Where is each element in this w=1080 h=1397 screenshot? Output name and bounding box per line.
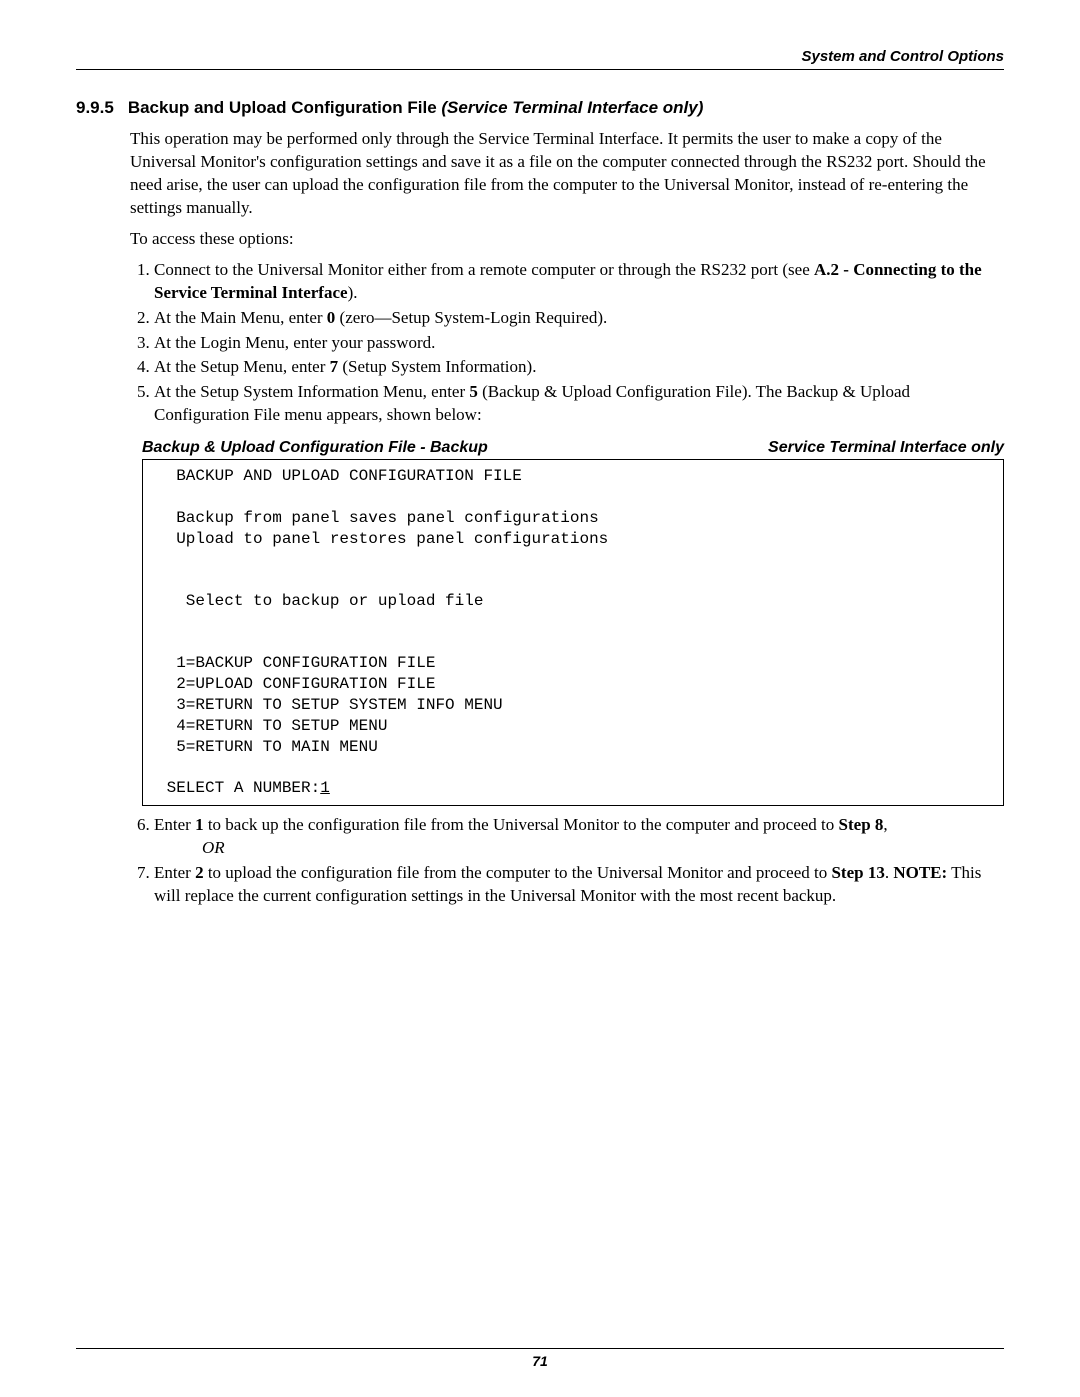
body-block: This operation may be performed only thr… bbox=[130, 128, 1004, 908]
step-1: Connect to the Universal Monitor either … bbox=[154, 259, 1004, 305]
terminal-caption: Backup & Upload Configuration File - Bac… bbox=[142, 439, 1004, 457]
intro-paragraph: This operation may be performed only thr… bbox=[130, 128, 1004, 220]
steps-list-part1: Connect to the Universal Monitor either … bbox=[130, 259, 1004, 428]
footer-rule bbox=[76, 1348, 1004, 1349]
step-4: At the Setup Menu, enter 7 (Setup System… bbox=[154, 356, 1004, 379]
section-title-qualifier: (Service Terminal Interface only) bbox=[441, 98, 703, 117]
terminal-selected-number: 1 bbox=[320, 779, 330, 797]
or-separator: OR bbox=[202, 837, 1004, 860]
access-lead: To access these options: bbox=[130, 228, 1004, 251]
section-title-plain: Backup and Upload Configuration File bbox=[128, 98, 442, 117]
step-6: Enter 1 to back up the configuration fil… bbox=[154, 814, 1004, 860]
terminal-box: BACKUP AND UPLOAD CONFIGURATION FILE Bac… bbox=[142, 459, 1004, 806]
step-7: Enter 2 to upload the configuration file… bbox=[154, 862, 1004, 908]
caption-right: Service Terminal Interface only bbox=[768, 439, 1004, 457]
caption-left: Backup & Upload Configuration File - Bac… bbox=[142, 439, 488, 457]
step-3: At the Login Menu, enter your password. bbox=[154, 332, 1004, 355]
page-number: 71 bbox=[76, 1353, 1004, 1369]
step-2: At the Main Menu, enter 0 (zero—Setup Sy… bbox=[154, 307, 1004, 330]
steps-list-part2: Enter 1 to back up the configuration fil… bbox=[130, 814, 1004, 908]
step-5: At the Setup System Information Menu, en… bbox=[154, 381, 1004, 427]
section-heading: 9.9.5 Backup and Upload Configuration Fil… bbox=[76, 98, 1004, 118]
page-footer: 71 bbox=[76, 1348, 1004, 1369]
running-header: System and Control Options bbox=[76, 48, 1004, 70]
section-number: 9.9.5 bbox=[76, 98, 114, 117]
